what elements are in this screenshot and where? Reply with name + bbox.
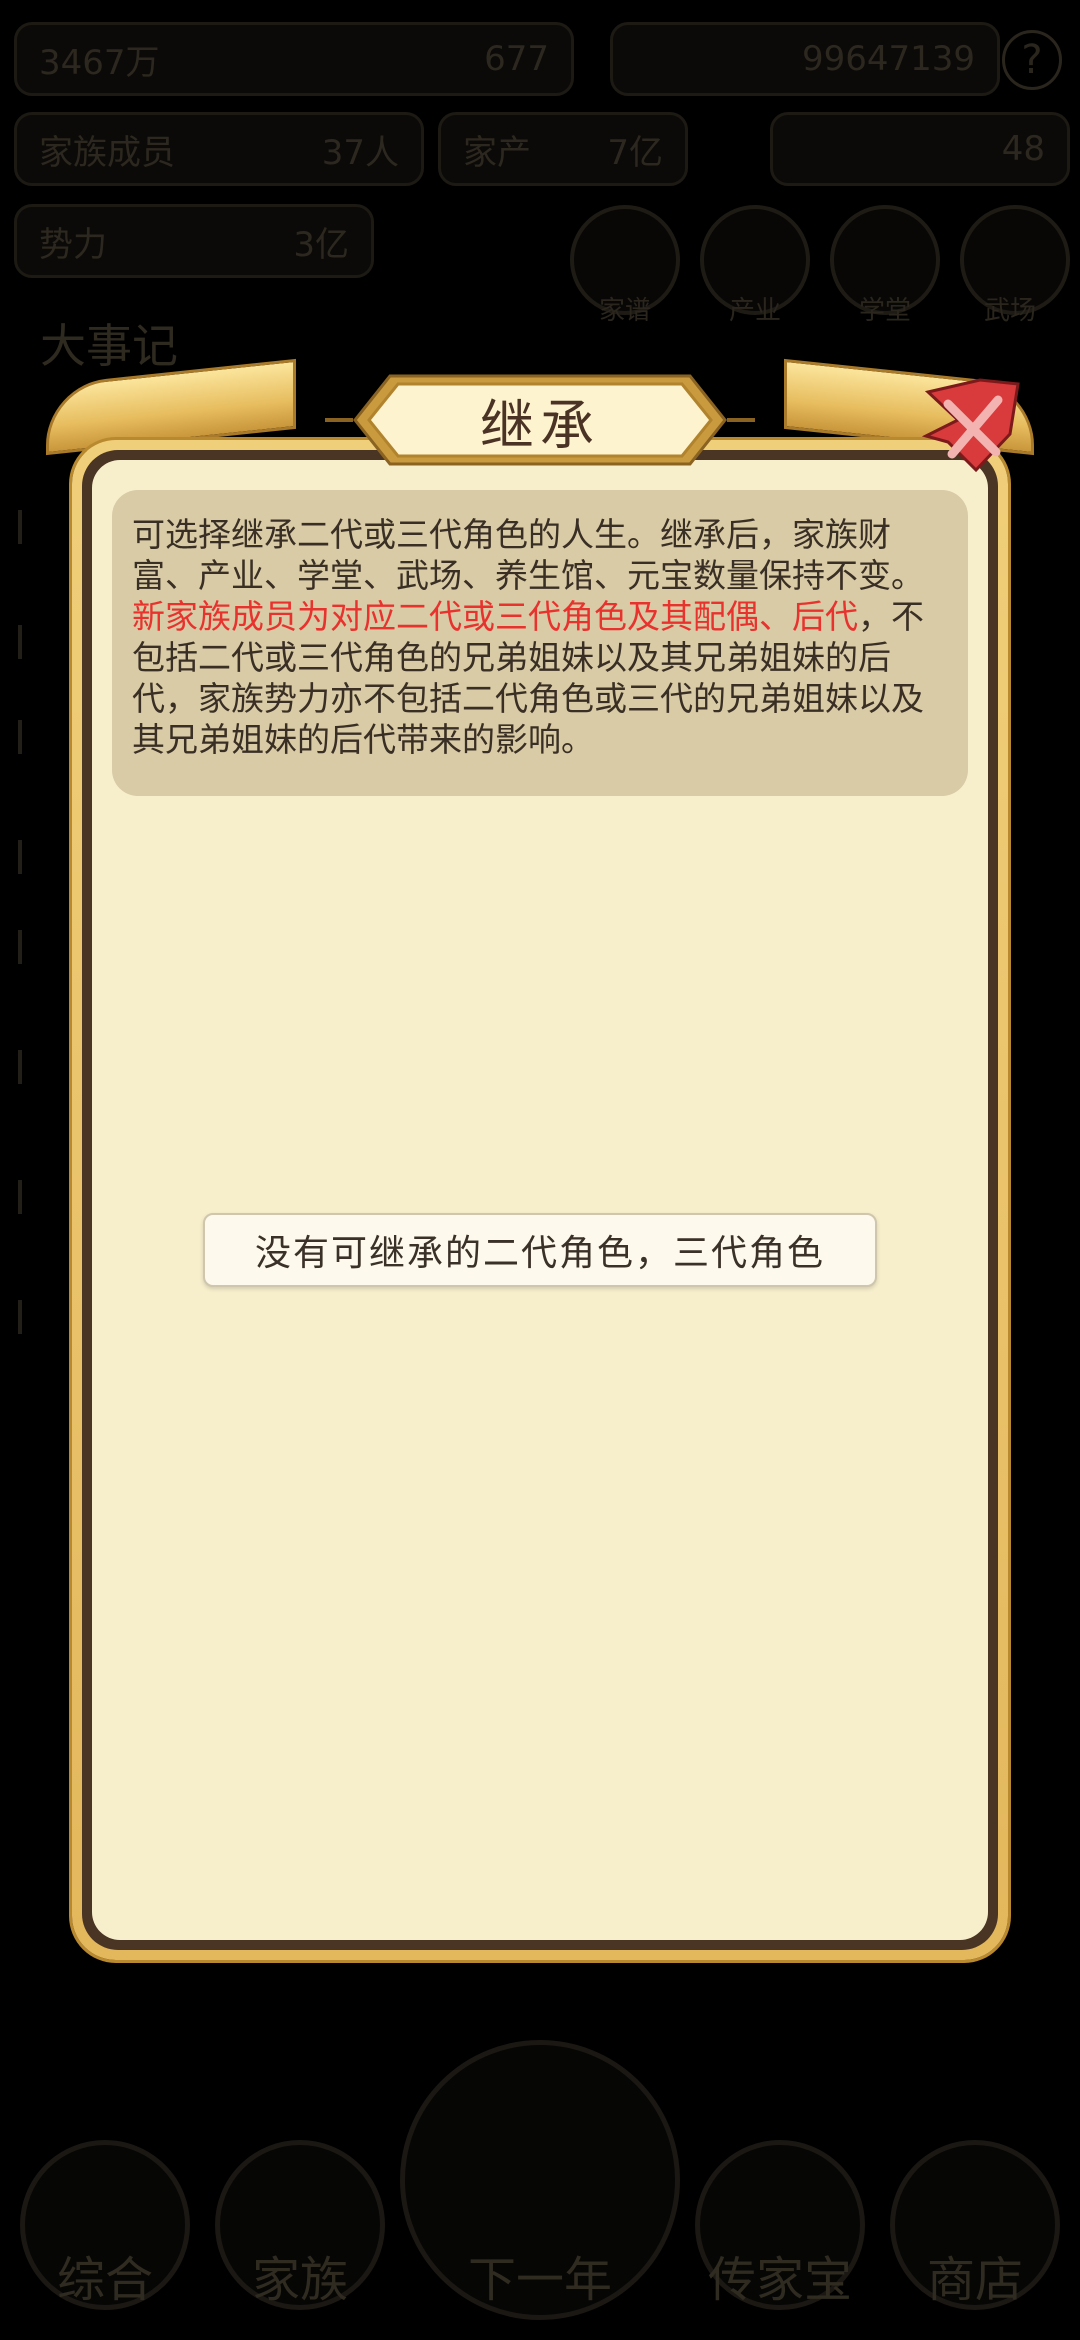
bg-stat-family-label: 家族成员 <box>39 132 175 173</box>
bg-nav-label: 综合 <box>56 2252 153 2308</box>
bg-icon-label: 家谱 <box>598 296 651 326</box>
bg-stat-power-value: 3亿 <box>293 224 349 265</box>
description-highlight: 新家族成员为对应二代或三代角色及其配偶、后代 <box>132 597 858 636</box>
bg-row-marker <box>18 1300 48 1334</box>
bg-top-stat-left: 3467万 677 <box>14 22 574 96</box>
bg-icon-label: 产业 <box>728 296 781 326</box>
bg-stat-wealth-label: 家产 <box>463 132 531 173</box>
bg-top-stat-right-value: 99647139 <box>801 39 975 79</box>
bg-row-marker <box>18 840 48 874</box>
bg-row-marker <box>18 625 48 659</box>
bg-row-marker <box>18 1050 48 1084</box>
close-icon <box>921 378 1020 473</box>
description-text: 可选择继承二代或三代角色的人生。继承后，家族财富、产业、学堂、武场、养生馆、元宝… <box>132 515 924 595</box>
bg-top-stat-left-value: 677 <box>484 39 549 79</box>
bg-stat-power: 势力 3亿 <box>14 204 374 278</box>
bg-top-stat-right: 99647139 <box>610 22 1000 96</box>
bg-stat-family-value: 37人 <box>321 132 399 173</box>
dialog-title: 继承 <box>480 393 600 457</box>
bg-stat-wealth-value: 7亿 <box>607 132 663 173</box>
bg-row-marker <box>18 510 48 544</box>
inherit-description: 可选择继承二代或三代角色的人生。继承后，家族财富、产业、学堂、武场、养生馆、元宝… <box>112 490 968 796</box>
help-icon: ? <box>1002 30 1062 90</box>
bg-nav-label: 商店 <box>926 2252 1023 2308</box>
bg-row-marker <box>18 1180 48 1214</box>
bg-row-marker <box>18 930 48 964</box>
bg-stat-gold-value: 48 <box>1001 129 1045 169</box>
bg-nav-label: 家族 <box>251 2252 348 2308</box>
empty-state-message: 没有可继承的二代角色，三代角色 <box>203 1213 877 1287</box>
dialog-title-plaque: 继承 <box>325 370 755 470</box>
bg-stat-power-label: 势力 <box>39 224 107 265</box>
bg-stat-family: 家族成员 37人 <box>14 112 424 186</box>
bg-nav-label: 下一年 <box>467 2252 612 2308</box>
bg-row-marker <box>18 720 48 754</box>
close-button[interactable] <box>918 372 1028 482</box>
bg-icon-label: 武场 <box>983 296 1036 326</box>
bg-stat-gold: 48 <box>770 112 1070 186</box>
bg-top-stat-left-text: 3467万 <box>39 42 160 83</box>
bg-nav-label: 传家宝 <box>707 2252 852 2308</box>
bg-stat-wealth: 家产 7亿 <box>438 112 688 186</box>
bg-icon-label: 学堂 <box>858 296 911 326</box>
bg-event-title: 大事记 <box>40 319 178 373</box>
